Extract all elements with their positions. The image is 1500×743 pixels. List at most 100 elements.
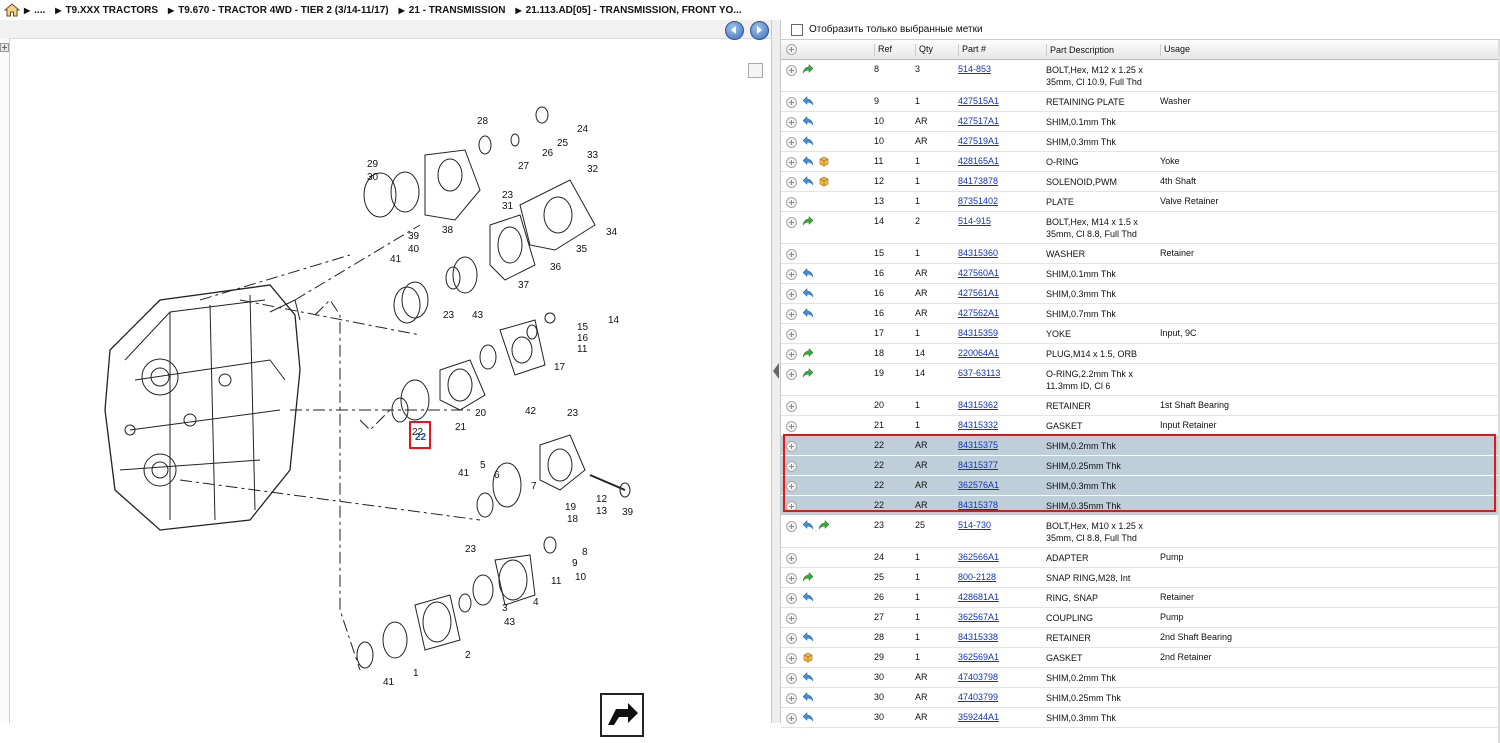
table-row[interactable]: 16 AR 427561A1 SHIM,0.3mm Thk bbox=[781, 284, 1500, 304]
green-arrow-icon[interactable] bbox=[802, 347, 814, 359]
diagram-callout[interactable]: 32 bbox=[587, 164, 599, 175]
diagram-callout[interactable]: 39 bbox=[408, 231, 420, 242]
diagram-callout[interactable]: 34 bbox=[606, 227, 618, 238]
blue-arrow-icon[interactable] bbox=[802, 671, 814, 683]
table-row[interactable]: 19 14 637-63113 O-RING,2.2mm Thk x 11.3mm I… bbox=[781, 364, 1500, 396]
header-usage[interactable]: Usage bbox=[1160, 44, 1190, 56]
add-to-list-icon[interactable] bbox=[786, 713, 797, 724]
part-number-link[interactable]: 427562A1 bbox=[958, 308, 999, 318]
table-row[interactable]: 15 1 84315360 WASHER Retainer bbox=[781, 244, 1500, 264]
table-row[interactable]: 12 1 84173878 SOLENOID,PWM 4th Shaft bbox=[781, 172, 1500, 192]
part-number-link[interactable]: 514-915 bbox=[958, 216, 991, 226]
diagram-callout[interactable]: 26 bbox=[542, 148, 554, 159]
pane-splitter[interactable] bbox=[771, 20, 781, 723]
diagram-callout[interactable]: 23 bbox=[567, 408, 579, 419]
table-row[interactable]: 29 1 362569A1 GASKET 2nd Retainer bbox=[781, 648, 1500, 668]
table-row[interactable]: 30 AR 359244A1 SHIM,0.3mm Thk bbox=[781, 708, 1500, 728]
add-to-list-icon[interactable] bbox=[786, 673, 797, 684]
table-row[interactable]: 18 14 220064A1 PLUG,M14 x 1.5, ORB bbox=[781, 344, 1500, 364]
part-number-link[interactable]: 427560A1 bbox=[958, 268, 999, 278]
table-row[interactable]: 23 25 514-730 BOLT,Hex, M10 x 1.25 x 35mm, … bbox=[781, 516, 1500, 548]
part-number-link[interactable]: 427515A1 bbox=[958, 96, 999, 106]
table-row[interactable]: 27 1 362567A1 COUPLING Pump bbox=[781, 608, 1500, 628]
diagram-callout[interactable]: 3 bbox=[502, 603, 508, 614]
part-number-link[interactable]: 47403798 bbox=[958, 672, 998, 682]
blue-arrow-icon[interactable] bbox=[802, 691, 814, 703]
add-to-list-icon[interactable] bbox=[786, 197, 797, 208]
part-number-link[interactable]: 514-730 bbox=[958, 520, 991, 530]
part-number-link[interactable]: 84315338 bbox=[958, 632, 998, 642]
add-to-list-icon[interactable] bbox=[786, 217, 797, 228]
diagram-callout[interactable]: 29 bbox=[367, 159, 379, 170]
part-number-link[interactable]: 428165A1 bbox=[958, 156, 999, 166]
diagram-callout[interactable]: 35 bbox=[576, 244, 588, 255]
blue-arrow-icon[interactable] bbox=[802, 711, 814, 723]
diagram-scroll-button[interactable] bbox=[748, 63, 763, 78]
diagram-callout[interactable]: 37 bbox=[518, 280, 530, 291]
part-number-link[interactable]: 428681A1 bbox=[958, 592, 999, 602]
header-qty[interactable]: Qty bbox=[915, 44, 933, 56]
green-arrow-icon[interactable] bbox=[818, 519, 830, 531]
table-row[interactable]: 13 1 87351402 PLATE Valve Retainer bbox=[781, 192, 1500, 212]
part-number-link[interactable]: 637-63113 bbox=[958, 368, 1000, 378]
diagram-callout[interactable]: 10 bbox=[575, 572, 587, 583]
add-to-list-icon[interactable] bbox=[786, 349, 797, 360]
blue-arrow-icon[interactable] bbox=[802, 115, 814, 127]
diagram-callout[interactable]: 4 bbox=[533, 597, 539, 608]
table-row[interactable]: 10 AR 427519A1 SHIM,0.3mm Thk bbox=[781, 132, 1500, 152]
table-row[interactable]: 30 AR 47403799 SHIM,0.25mm Thk bbox=[781, 688, 1500, 708]
selected-callout-label[interactable]: 22 bbox=[415, 432, 427, 443]
table-row[interactable]: 11 1 428165A1 O-RING Yoke bbox=[781, 152, 1500, 172]
blue-arrow-icon[interactable] bbox=[802, 135, 814, 147]
part-number-link[interactable]: 427517A1 bbox=[958, 116, 999, 126]
blue-arrow-icon[interactable] bbox=[802, 95, 814, 107]
diagram-callout[interactable]: 14 bbox=[608, 315, 620, 326]
diagram-callout[interactable]: 19 bbox=[565, 502, 577, 513]
diagram-callout[interactable]: 15 bbox=[577, 322, 589, 333]
blue-arrow-icon[interactable] bbox=[802, 267, 814, 279]
expand-icon[interactable] bbox=[0, 43, 9, 52]
add-to-list-icon[interactable] bbox=[786, 693, 797, 704]
add-to-list-icon[interactable] bbox=[786, 573, 797, 584]
diagram-callout[interactable]: 38 bbox=[442, 225, 454, 236]
diagram-callout[interactable]: 41 bbox=[390, 254, 402, 265]
green-arrow-icon[interactable] bbox=[802, 367, 814, 379]
back-button[interactable] bbox=[725, 21, 744, 40]
blue-arrow-icon[interactable] bbox=[802, 287, 814, 299]
diagram-callout[interactable]: 21 bbox=[455, 422, 467, 433]
forward-button[interactable] bbox=[750, 21, 769, 40]
green-arrow-icon[interactable] bbox=[802, 215, 814, 227]
diagram-callout[interactable]: 2 bbox=[465, 650, 471, 661]
add-to-list-icon[interactable] bbox=[786, 553, 797, 564]
green-arrow-icon[interactable] bbox=[802, 571, 814, 583]
diagram-callout[interactable]: 17 bbox=[554, 362, 566, 373]
add-to-list-icon[interactable] bbox=[786, 521, 797, 532]
exit-diagram-button[interactable] bbox=[600, 693, 644, 737]
add-to-list-icon[interactable] bbox=[786, 329, 797, 340]
table-row[interactable]: 16 AR 427562A1 SHIM,0.7mm Thk bbox=[781, 304, 1500, 324]
table-row[interactable]: 8 3 514-853 BOLT,Hex, M12 x 1.25 x 35mm, Cl… bbox=[781, 60, 1500, 92]
add-to-list-icon[interactable] bbox=[786, 421, 797, 432]
table-row[interactable]: 14 2 514-915 BOLT,Hex, M14 x 1.5 x 35mm, Cl… bbox=[781, 212, 1500, 244]
part-number-link[interactable]: 84315362 bbox=[958, 400, 998, 410]
diagram-callout[interactable]: 40 bbox=[408, 244, 420, 255]
breadcrumb-item[interactable]: ▶ 21 - TRANSMISSION bbox=[399, 5, 506, 16]
diagram-callout[interactable]: 24 bbox=[577, 124, 589, 135]
add-to-list-icon[interactable] bbox=[786, 157, 797, 168]
diagram-callout[interactable]: 23 bbox=[465, 544, 477, 555]
part-number-link[interactable]: 362569A1 bbox=[958, 652, 999, 662]
header-add[interactable] bbox=[785, 44, 797, 56]
diagram-callout[interactable]: 31 bbox=[502, 201, 514, 212]
table-row[interactable]: 25 1 800-2128 SNAP RING,M28, Int bbox=[781, 568, 1500, 588]
add-to-list-icon[interactable] bbox=[786, 117, 797, 128]
table-row[interactable]: 21 1 84315332 GASKET Input Retainer bbox=[781, 416, 1500, 436]
exploded-parts-diagram[interactable]: 2425282627293023313332343536373839404123… bbox=[10, 50, 660, 690]
diagram-callout[interactable]: 5 bbox=[480, 460, 486, 471]
diagram-callout[interactable]: 43 bbox=[504, 617, 516, 628]
diagram-callout[interactable]: 1 bbox=[413, 668, 419, 679]
table-row[interactable]: 26 1 428681A1 RING, SNAP Retainer bbox=[781, 588, 1500, 608]
blue-arrow-icon[interactable] bbox=[802, 631, 814, 643]
diagram-callout[interactable]: 41 bbox=[458, 468, 470, 479]
breadcrumb-item[interactable]: ▶ T9.XXX TRACTORS bbox=[55, 5, 158, 16]
diagram-callout[interactable]: 11 bbox=[551, 576, 562, 587]
